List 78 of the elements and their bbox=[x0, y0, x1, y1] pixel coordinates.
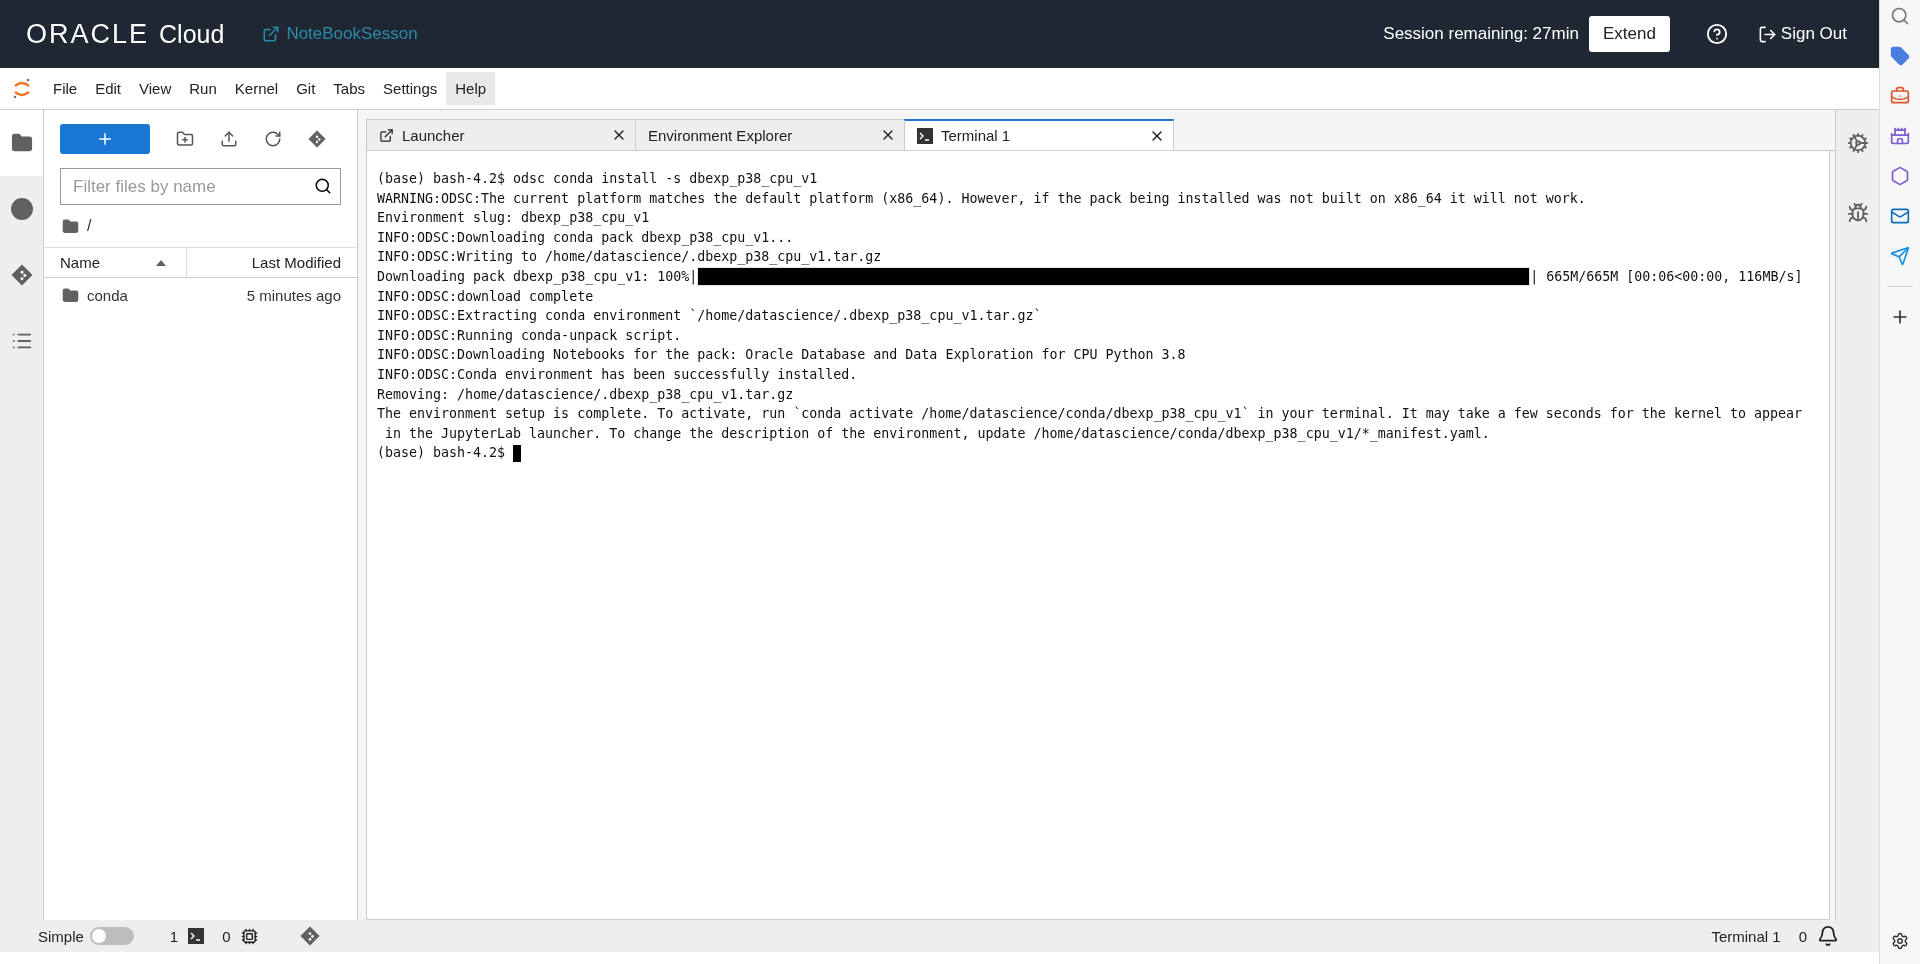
hexagon-icon[interactable] bbox=[1890, 166, 1910, 186]
jupyter-logo[interactable] bbox=[12, 77, 32, 100]
notebook-link[interactable]: NoteBookSesson bbox=[262, 24, 418, 44]
editor-tab[interactable]: Launcher bbox=[366, 119, 636, 150]
terminal-line: INFO:ODSC:Writing to /home/datascience/.dbexp_p38_cpu_v1.tar.gz bbox=[377, 249, 882, 265]
mode-label: Simple bbox=[38, 927, 84, 945]
notification-count: 0 bbox=[1798, 927, 1807, 945]
logo-product: Cloud bbox=[159, 19, 225, 49]
search-icon[interactable] bbox=[1890, 6, 1910, 26]
menu-item[interactable]: View bbox=[130, 72, 181, 105]
launcher-icon bbox=[379, 127, 394, 143]
logo-wordmark: ORACLE bbox=[26, 18, 150, 50]
terminal-line: Downloading pack dbexp_p38_cpu_v1: 100%| bbox=[377, 267, 698, 287]
terminal-line: in the JupyterLab launcher. To change the description of the environment, update /home/datascience/conda/dbexp_p38_cpu_v1/*_manifest.yaml. bbox=[384, 425, 1490, 441]
menu-item[interactable]: File bbox=[44, 72, 87, 105]
new-folder-icon[interactable] bbox=[176, 130, 194, 148]
terminal-line: INFO:ODSC:download complete bbox=[377, 288, 594, 304]
kernel-count: 0 bbox=[222, 927, 231, 945]
terminal-icon bbox=[188, 928, 205, 944]
active-tab-label: Terminal 1 bbox=[1711, 927, 1781, 945]
terminal-line: INFO:ODSC:Extracting conda environment `/home/datascience/.dbexp_p38_cpu_v1.tar.gz` bbox=[377, 308, 1042, 324]
refresh-icon[interactable] bbox=[264, 130, 282, 148]
breadcrumb-path[interactable]: / bbox=[87, 217, 92, 235]
git-icon[interactable] bbox=[299, 926, 320, 946]
terminal-prompt: (base) bash-4.2$ bbox=[377, 445, 507, 461]
send-icon[interactable] bbox=[1890, 246, 1910, 266]
search-icon bbox=[314, 177, 332, 195]
menu-item[interactable]: Git bbox=[287, 72, 325, 105]
folder-icon bbox=[62, 217, 79, 235]
extend-button[interactable]: Extend bbox=[1588, 16, 1670, 52]
menu-item[interactable]: Run bbox=[180, 72, 226, 105]
menu-item[interactable]: Edit bbox=[86, 72, 131, 105]
sign-out-icon bbox=[1757, 24, 1777, 44]
terminal-line: (base) bash-4.2$ odsc conda install -s dbexp_p38_cpu_v1 bbox=[377, 171, 818, 186]
help-icon[interactable] bbox=[1705, 23, 1728, 45]
terminal-line: The environment setup is complete. To activate, run `conda activate /home/datascience/conda/dbexp_p38_cpu_v1` in your terminal. It may take a few seconds for the kernel to appear bbox=[377, 406, 1802, 422]
file-name[interactable]: conda bbox=[87, 286, 239, 304]
bug-icon[interactable] bbox=[1846, 202, 1869, 224]
column-header[interactable]: Name bbox=[44, 248, 187, 277]
tag-icon[interactable] bbox=[1890, 46, 1910, 66]
terminal-icon bbox=[917, 127, 933, 144]
cursor bbox=[513, 444, 522, 462]
menu-item[interactable]: Help bbox=[446, 72, 496, 105]
terminal-line: INFO:ODSC:Downloading conda pack dbexp_p38_cpu_v1... bbox=[377, 229, 794, 245]
editor-tab[interactable]: Environment Explorer bbox=[635, 119, 905, 150]
simple-toggle[interactable] bbox=[89, 927, 134, 945]
menu-item[interactable]: Tabs bbox=[324, 72, 375, 105]
editor-tab[interactable]: Terminal 1 bbox=[904, 119, 1174, 150]
folder-icon bbox=[10, 132, 33, 154]
chip-icon bbox=[240, 927, 258, 945]
folder-icon bbox=[62, 286, 79, 304]
filter-field[interactable]: Filter files by name bbox=[60, 168, 341, 205]
terminal-line: INFO:ODSC:Conda environment has been successfully installed. bbox=[377, 366, 858, 382]
terminal-line: | 665M/665M [00:06<00:00, 116MB/s] bbox=[1530, 267, 1803, 287]
toolbox-icon[interactable] bbox=[1890, 86, 1910, 106]
settings-icon[interactable] bbox=[1891, 932, 1909, 950]
session-remaining: Session remaining: 27min bbox=[1383, 24, 1579, 44]
column-header[interactable]: Last Modified bbox=[187, 254, 357, 271]
plus-icon bbox=[96, 130, 114, 148]
upload-icon[interactable] bbox=[220, 130, 238, 148]
bell-icon[interactable] bbox=[1817, 925, 1839, 947]
git-icon bbox=[10, 264, 33, 286]
sort-caret-icon bbox=[156, 259, 166, 266]
menu-item[interactable]: Settings bbox=[374, 72, 447, 105]
menu-item[interactable]: Kernel bbox=[225, 72, 288, 105]
terminal-line: Removing: /home/datascience/.dbexp_p38_cpu_v1.tar.gz bbox=[377, 386, 794, 402]
terminal-line: INFO:ODSC:Running conda-unpack script. bbox=[377, 327, 682, 343]
file-modified: 5 minutes ago bbox=[246, 286, 341, 304]
mail-icon[interactable] bbox=[1890, 206, 1910, 226]
terminal-panel[interactable] bbox=[366, 151, 1830, 920]
activity-tab[interactable] bbox=[0, 110, 43, 176]
git-clone-icon[interactable] bbox=[308, 130, 326, 148]
external-link-icon bbox=[262, 25, 281, 43]
terminal-line: WARNING:ODSC:The current platform matches the default platform (x86_64). However, if the pack being installed was not built on x86_64 it will not work. bbox=[377, 190, 1586, 206]
terminal-count: 1 bbox=[169, 927, 179, 945]
terminal-line: Environment slug: dbexp_p38_cpu_v1 bbox=[377, 210, 650, 226]
sign-out-button[interactable]: Sign Out bbox=[1751, 23, 1853, 45]
terminal-line: INFO:ODSC:Downloading Notebooks for the pack: Oracle Database and Data Exploration for CPU Python 3.8 bbox=[377, 347, 1186, 363]
